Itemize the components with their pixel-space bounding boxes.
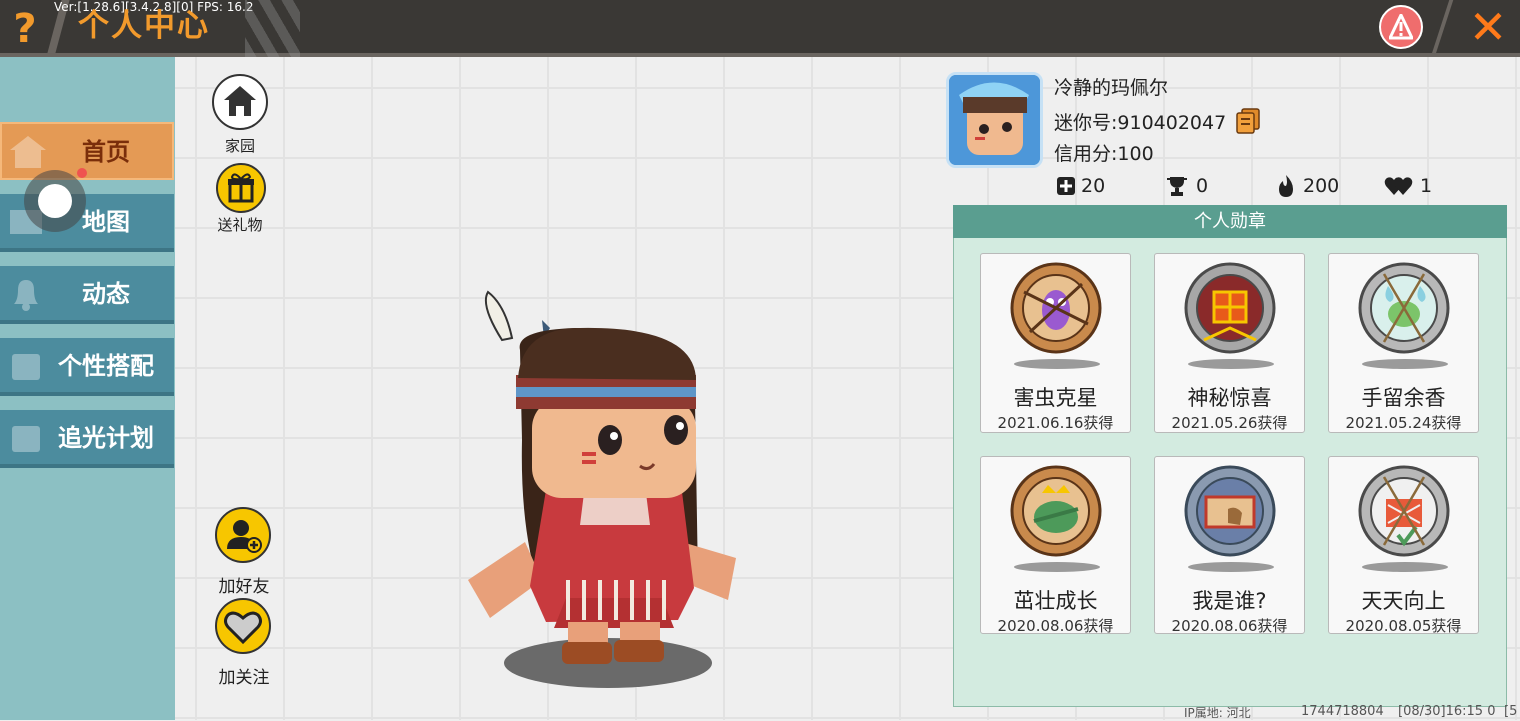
medal-shadow	[1362, 562, 1448, 572]
pest-buster-medal-icon	[1010, 262, 1102, 354]
growing-medal-icon	[1010, 465, 1102, 557]
add-friend-button[interactable]	[215, 507, 271, 563]
stat-value: 200	[1303, 175, 1340, 197]
badge-card[interactable]: 茁壮成长 2020.08.06获得	[980, 456, 1131, 635]
sidebar-item-label: 追光计划	[58, 424, 154, 452]
badge-date: 2020.08.06获得	[997, 617, 1114, 635]
mystery-surprise-medal-icon	[1184, 262, 1276, 354]
add-friend-icon	[227, 520, 262, 553]
home-button[interactable]	[212, 74, 268, 130]
player-nickname: 冷静的玛佩尔	[1054, 77, 1169, 99]
badge-date: 2021.05.26获得	[1171, 414, 1288, 432]
medal-shadow	[1014, 359, 1100, 369]
badge-panel-title: 个人勋章	[953, 205, 1507, 238]
follow-button[interactable]	[215, 598, 271, 654]
report-button[interactable]	[1379, 5, 1423, 49]
copy-icon[interactable]	[1236, 108, 1260, 134]
daily-progress-medal-icon	[1358, 465, 1450, 557]
sidebar-item-home[interactable]: 首页	[0, 122, 174, 180]
house-icon	[224, 86, 256, 116]
add-friend-label: 加好友	[218, 577, 270, 597]
sidebar-item-plan[interactable]: 追光计划	[0, 410, 174, 468]
notification-dot	[77, 168, 87, 178]
sidebar-item-label: 个性搭配	[58, 352, 154, 380]
badge-date: 2021.06.16获得	[997, 414, 1114, 432]
badge-name: 天天向上	[1361, 589, 1446, 613]
stat-value: 20	[1081, 175, 1106, 197]
footer-id: 1744718804	[1301, 704, 1384, 719]
badge-card[interactable]: 神秘惊喜 2021.05.26获得	[1154, 253, 1305, 433]
stat-value: 0	[1196, 175, 1209, 197]
footer-time: [08/30]16:15 0	[1398, 704, 1496, 719]
trophy-icon	[1167, 177, 1187, 196]
joystick-knob[interactable]	[38, 184, 72, 218]
medal-shadow	[1014, 562, 1100, 572]
top-bar: ? Ver:[1.28.6][3.4.2.8][0] FPS: 16.2 个人中…	[0, 0, 1520, 57]
sidebar-item-feed[interactable]: 动态	[0, 266, 174, 324]
heart-icon	[224, 611, 262, 645]
close-x-icon: ✕	[1468, 0, 1508, 54]
hearts-icon	[1384, 177, 1413, 195]
badge-card[interactable]: 手留余香 2021.05.24获得	[1328, 253, 1479, 433]
medal-shadow	[1188, 562, 1274, 572]
mini-id: 迷你号:910402047	[1054, 112, 1227, 134]
close-button[interactable]: ✕	[1466, 4, 1510, 50]
avatar-portrait-icon	[949, 75, 1040, 165]
badge-card[interactable]: 我是谁? 2020.08.06获得	[1154, 456, 1305, 635]
avatar[interactable]	[946, 72, 1043, 168]
floating-joystick[interactable]	[24, 170, 86, 232]
fragrance-medal-icon	[1358, 262, 1450, 354]
gift-button[interactable]	[216, 163, 266, 213]
gift-icon	[228, 173, 254, 203]
title-decoration	[245, 0, 300, 57]
badge-date: 2020.08.05获得	[1345, 617, 1462, 635]
badge-card[interactable]: 天天向上 2020.08.05获得	[1328, 456, 1479, 635]
player-character[interactable]	[450, 280, 770, 680]
warning-icon	[1389, 14, 1413, 40]
sidebar-item-outfit[interactable]: 个性搭配	[0, 338, 174, 396]
medal-shadow	[1188, 359, 1274, 369]
credit-score: 信用分:100	[1054, 143, 1154, 165]
badge-name: 手留余香	[1361, 386, 1446, 410]
sidebar-item-label: 首页	[82, 138, 130, 166]
flame-icon	[1279, 175, 1293, 197]
medal-shadow	[1362, 359, 1448, 369]
badge-date: 2021.05.24获得	[1345, 414, 1462, 432]
plus-icon	[1057, 177, 1075, 195]
footer-extra: [5	[1504, 704, 1518, 719]
home-label: 家园	[224, 137, 255, 155]
ip-location: IP属地: 河北	[1184, 706, 1251, 720]
badge-card[interactable]: 害虫克星 2021.06.16获得	[980, 253, 1131, 433]
top-bar-separator-right	[1430, 0, 1454, 57]
badge-name: 害虫克星	[1013, 386, 1098, 410]
stat-value: 1	[1420, 175, 1433, 197]
who-am-i-medal-icon	[1184, 465, 1276, 557]
gift-label: 送礼物	[217, 216, 263, 234]
badge-date: 2020.08.06获得	[1171, 617, 1288, 635]
badge-name: 我是谁?	[1192, 589, 1267, 613]
badge-name: 神秘惊喜	[1187, 386, 1272, 410]
question-mark-icon[interactable]: ?	[8, 8, 42, 50]
sidebar-item-label: 动态	[82, 280, 130, 308]
page-title: 个人中心	[78, 8, 210, 44]
badge-name: 茁壮成长	[1013, 589, 1098, 613]
follow-label: 加关注	[218, 668, 270, 688]
